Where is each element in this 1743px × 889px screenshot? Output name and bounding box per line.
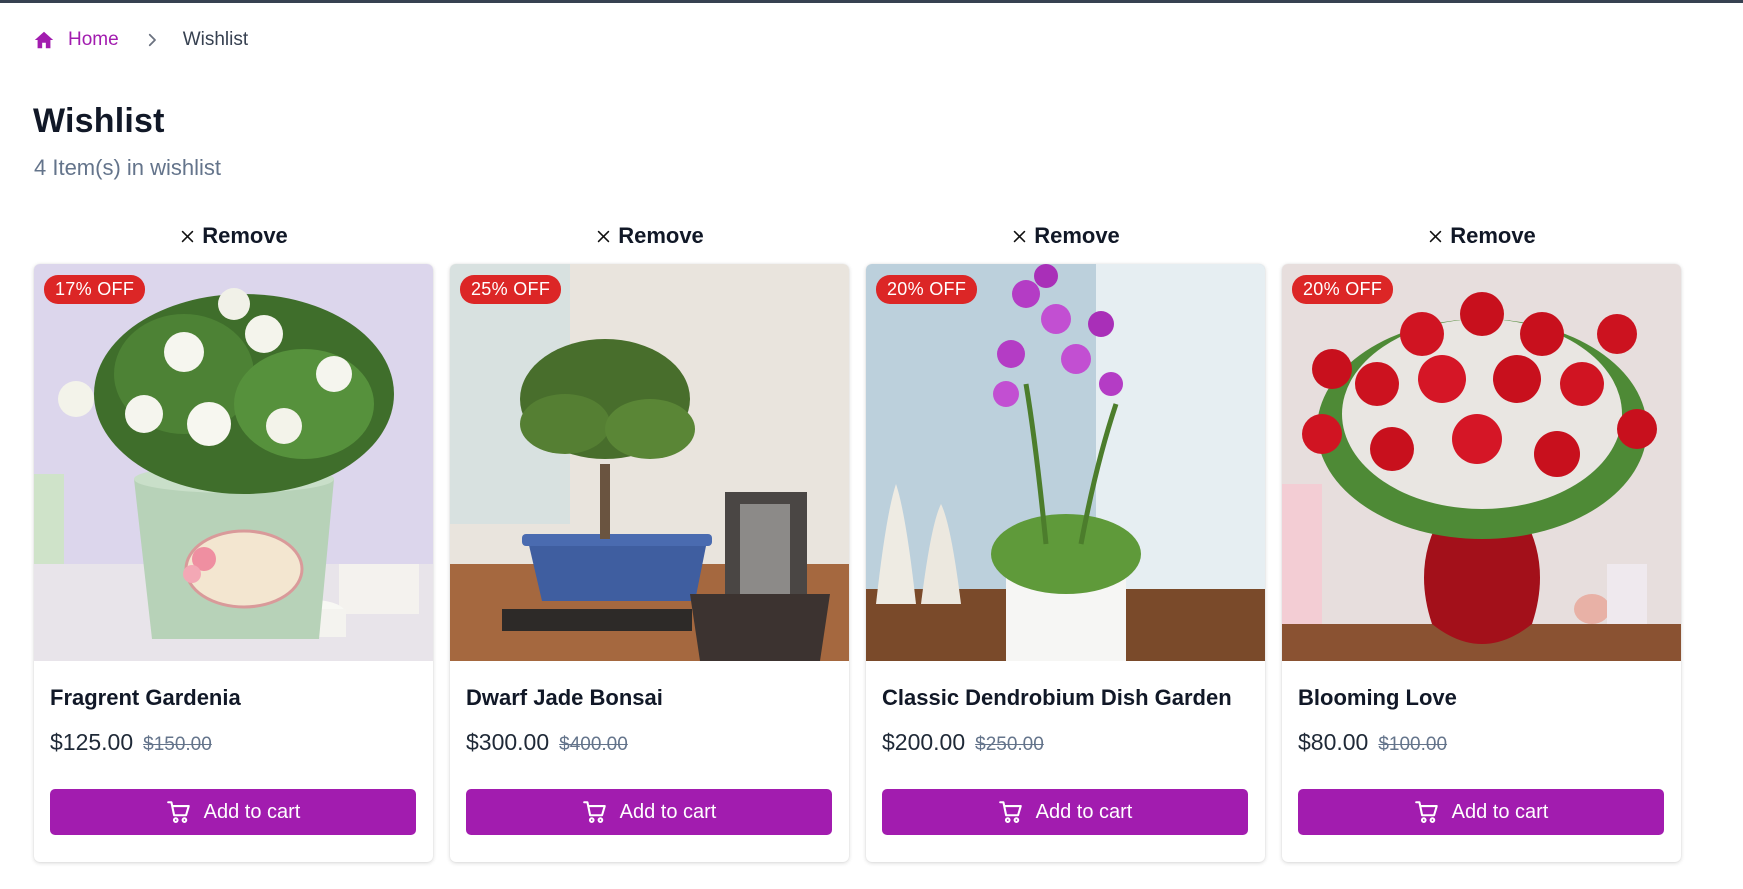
remove-label: Remove — [1034, 223, 1120, 248]
original-price: $100.00 — [1378, 734, 1448, 755]
breadcrumb-home-link[interactable]: Home — [33, 29, 119, 51]
roses-photo — [1282, 264, 1681, 661]
breadcrumb: Home Wishlist — [33, 27, 248, 53]
sale-price: $300.00 — [466, 729, 550, 755]
original-price: $150.00 — [143, 734, 212, 755]
orchid-photo — [866, 264, 1265, 661]
sale-price: $200.00 — [882, 729, 966, 755]
discount-badge: 17% OFF — [44, 275, 146, 304]
product-image[interactable]: 17% OFF — [34, 264, 433, 661]
page-title: Wishlist — [33, 102, 165, 140]
product-image[interactable]: 20% OFF — [866, 264, 1265, 661]
breadcrumb-current: Wishlist — [182, 29, 249, 50]
gardenia-photo — [34, 264, 433, 661]
remove-label: Remove — [202, 223, 288, 248]
wishlist-item: Remove — [34, 222, 433, 862]
discount-badge: 25% OFF — [460, 275, 562, 304]
product-card[interactable]: 20% OFF Blooming Love $80.00 $100.00 Add… — [1282, 264, 1681, 862]
add-to-cart-label: Add to cart — [1035, 800, 1133, 823]
close-icon — [1013, 230, 1026, 242]
wishlist-item: Remove 25% OFF Dwarf Jade Bonsai $300.00… — [450, 222, 849, 862]
add-to-cart-button[interactable]: Add to cart — [466, 789, 832, 835]
original-price: $400.00 — [559, 734, 628, 755]
discount-badge: 20% OFF — [876, 275, 978, 304]
remove-button[interactable]: Remove — [866, 222, 1265, 250]
product-card[interactable]: 25% OFF Dwarf Jade Bonsai $300.00 $400.0… — [450, 264, 849, 862]
product-name[interactable]: Dwarf Jade Bonsai — [466, 685, 833, 715]
wishlist-count: 4 Item(s) in wishlist — [34, 155, 222, 180]
product-image[interactable]: 20% OFF — [1282, 264, 1681, 661]
add-to-cart-button[interactable]: Add to cart — [1298, 789, 1664, 835]
bonsai-photo — [450, 264, 849, 661]
remove-button[interactable]: Remove — [34, 222, 433, 250]
sale-price: $80.00 — [1298, 729, 1369, 755]
discount-badge: 20% OFF — [1292, 275, 1394, 304]
original-price: $250.00 — [975, 734, 1044, 755]
remove-label: Remove — [1450, 223, 1536, 248]
wishlist-item: Remove — [866, 222, 1265, 862]
add-to-cart-button[interactable]: Add to cart — [882, 789, 1248, 835]
cart-icon — [166, 801, 190, 823]
product-image[interactable]: 25% OFF — [450, 264, 849, 661]
sale-price: $125.00 — [50, 729, 134, 755]
product-name[interactable]: Classic Dendrobium Dish Garden — [882, 685, 1249, 715]
remove-button[interactable]: Remove — [450, 222, 849, 250]
wishlist-item: Remove — [1282, 222, 1681, 862]
wishlist-grid: Remove 17% OFF Fragrent Gardenia $125.00… — [34, 222, 1681, 862]
top-border — [0, 0, 1743, 3]
close-icon — [181, 230, 194, 242]
remove-label: Remove — [618, 223, 704, 248]
cart-icon — [1414, 801, 1438, 823]
close-icon — [597, 230, 610, 242]
product-name[interactable]: Fragrent Gardenia — [50, 685, 417, 715]
close-icon — [1429, 230, 1442, 242]
home-icon — [34, 31, 54, 49]
add-to-cart-button[interactable]: Add to cart — [50, 789, 416, 835]
add-to-cart-label: Add to cart — [1451, 800, 1549, 823]
cart-icon — [998, 801, 1022, 823]
cart-icon — [582, 801, 606, 823]
product-card[interactable]: 20% OFF Classic Dendrobium Dish Garden $… — [866, 264, 1265, 862]
remove-button[interactable]: Remove — [1282, 222, 1681, 250]
chevron-right-icon — [148, 33, 156, 47]
add-to-cart-label: Add to cart — [619, 800, 717, 823]
breadcrumb-home-label: Home — [68, 29, 119, 50]
product-name[interactable]: Blooming Love — [1298, 685, 1665, 715]
product-card[interactable]: 17% OFF Fragrent Gardenia $125.00 $150.0… — [34, 264, 433, 862]
add-to-cart-label: Add to cart — [203, 800, 301, 823]
